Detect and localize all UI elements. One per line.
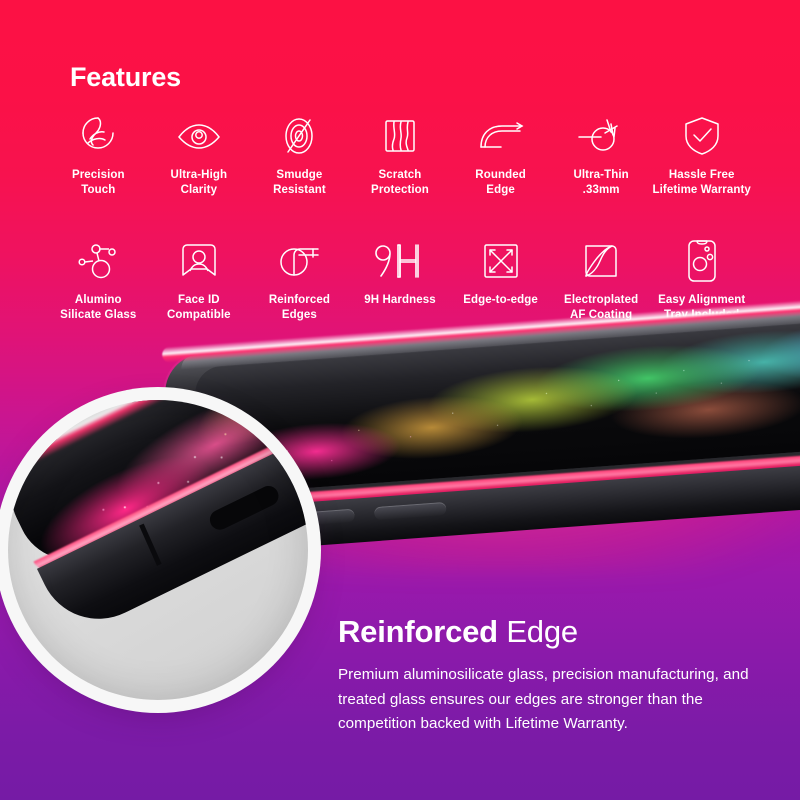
feature-ultra-thin: Ultra-Thin .33mm (551, 113, 652, 198)
feature-label: Ultra-High Clarity (170, 169, 228, 197)
molecule-icon (48, 238, 149, 284)
face-id-icon (149, 238, 250, 284)
electroplated-coating-icon (551, 238, 652, 284)
feature-smudge-resistant: Smudge Resistant (249, 113, 350, 198)
feature-face-id: Face ID Compatible (149, 238, 250, 323)
feature-alumino-silicate-glass: Alumino Silicate Glass (48, 238, 149, 323)
eye-clarity-icon (149, 113, 250, 159)
page-title: Features (70, 62, 181, 92)
feature-rounded-edge: Rounded Edge (450, 113, 551, 198)
edge-to-edge-icon (450, 238, 551, 284)
feature-9h-hardness: 9H Hardness (350, 238, 451, 323)
copy-title: Reinforced Edge (338, 614, 778, 649)
magnifier-callout (8, 400, 308, 700)
feature-grid-row-1: Precision Touch Ultra-High Clarity Smudg… (0, 113, 800, 198)
rounded-edge-icon (450, 113, 551, 159)
feature-label: Alumino Silicate Glass (60, 294, 137, 322)
feature-label: Scratch Protection (371, 169, 429, 197)
copy-title-light: Edge (497, 614, 578, 649)
9h-hardness-icon (350, 238, 451, 284)
feature-lifetime-warranty: Hassle Free Lifetime Warranty (651, 113, 752, 198)
copy-block: Reinforced Edge Premium aluminosilicate … (338, 614, 778, 737)
precision-touch-icon (48, 113, 149, 159)
feature-label: Smudge Resistant (273, 169, 326, 197)
feature-label: Precision Touch (71, 169, 125, 197)
feature-label: Ultra-Thin .33mm (573, 169, 629, 197)
ultra-thin-icon (551, 113, 652, 159)
feature-label: 9H Hardness (364, 294, 436, 306)
feature-label: Face ID Compatible (167, 294, 231, 322)
feature-precision-touch: Precision Touch (48, 113, 149, 198)
feature-label: Reinforced Edges (268, 294, 330, 322)
feature-label: Hassle Free Lifetime Warranty (652, 169, 751, 197)
feature-label: Edge-to-edge (463, 294, 538, 306)
smudge-resistant-icon (249, 113, 350, 159)
reinforced-edges-icon (249, 238, 350, 284)
copy-body: Premium aluminosilicate glass, precision… (338, 666, 749, 733)
scratch-protection-icon (350, 113, 451, 159)
feature-reinforced-edges: Reinforced Edges (249, 238, 350, 323)
copy-title-bold: Reinforced (338, 614, 498, 649)
feature-edge-to-edge: Edge-to-edge (450, 238, 551, 323)
volume-down-button (373, 501, 447, 521)
feature-scratch-protection: Scratch Protection (350, 113, 451, 198)
feature-electroplated-af-coating: Electroplated AF Coating (551, 238, 652, 323)
shield-check-icon (651, 113, 752, 159)
alignment-tray-icon (651, 238, 752, 284)
feature-label: Rounded Edge (475, 169, 526, 197)
product-feature-banner: Features Precision Touch Ultra-High Clar… (0, 0, 800, 800)
feature-ultra-high-clarity: Ultra-High Clarity (149, 113, 250, 198)
